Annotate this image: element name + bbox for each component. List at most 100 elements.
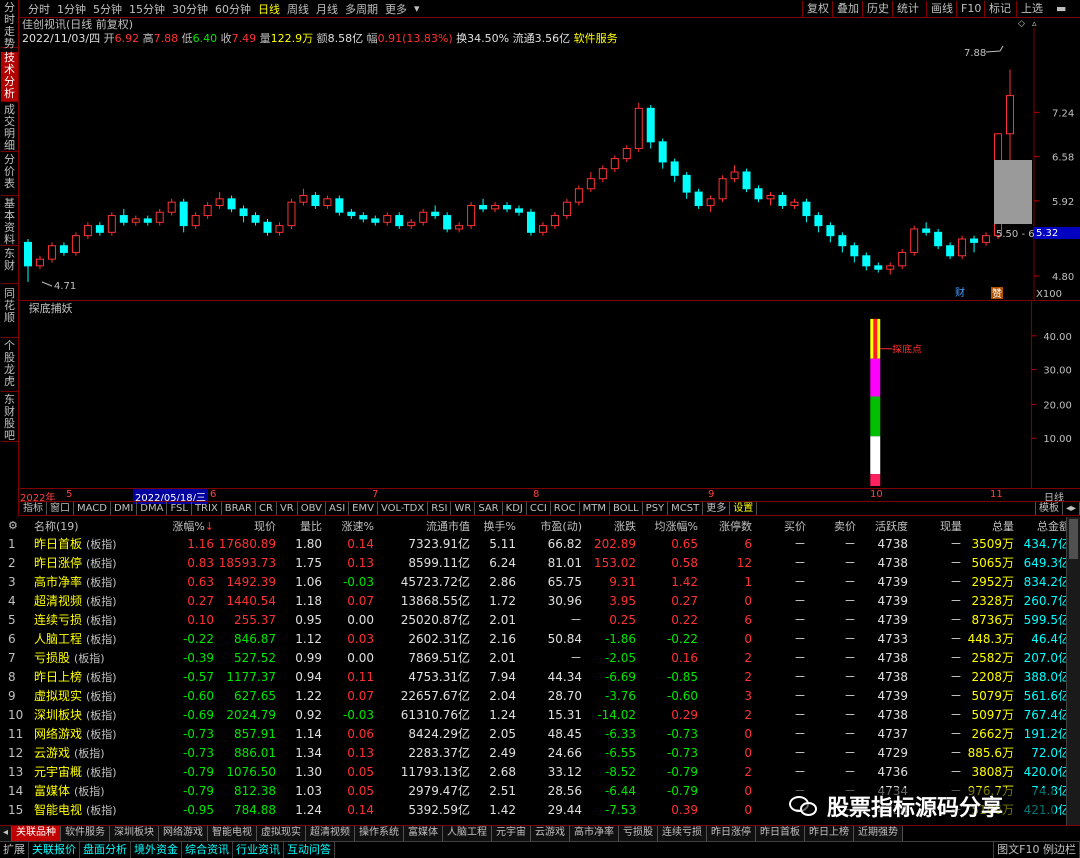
col-turnover[interactable]: 换手% — [474, 517, 520, 534]
indicator-tab[interactable]: VR — [277, 502, 298, 515]
table-scrollbar[interactable] — [1066, 517, 1080, 825]
table-row[interactable]: 4 超清视频 (板指) 0.27 1440.54 1.18 0.07 13868.55亿 1.7… — [0, 591, 1074, 610]
period-1[interactable]: 分时 — [28, 1, 50, 17]
col-limit-up[interactable]: 涨停数 — [702, 517, 756, 534]
tab-price-table[interactable]: 分价表 — [1, 154, 18, 196]
bottom-tab[interactable]: 高市净率 — [570, 826, 620, 841]
col-activity[interactable]: 活跃度 — [860, 517, 912, 534]
bottom-tab[interactable]: 亏损股 — [619, 826, 659, 841]
table-row[interactable]: 7 亏损股 (板指) -0.39 527.52 0.99 0.00 7869.51亿 2.01 －… — [0, 648, 1074, 667]
table-row[interactable]: 10 深圳板块 (板指) -0.69 2024.79 0.92 -0.03 61310.76亿… — [0, 705, 1074, 724]
indicator-tab-more[interactable]: 更多 — [703, 502, 731, 515]
bottom-tab[interactable]: 近期强势 — [854, 826, 904, 841]
period-2[interactable]: 1分钟 — [57, 1, 86, 17]
table-row[interactable]: 12 云游戏 (板指) -0.73 886.01 1.34 0.13 2283.37亿 2.49… — [0, 743, 1074, 762]
finance-badge[interactable]: 财 — [955, 286, 965, 299]
period-6[interactable]: 60分钟 — [215, 1, 251, 17]
col-change-pct[interactable]: 涨幅%↓ — [162, 517, 218, 534]
indicator-tab[interactable]: VOL-TDX — [378, 502, 429, 515]
table-row[interactable]: 9 虚拟现实 (板指) -0.60 627.65 1.22 0.07 22657.67亿 2.0… — [0, 686, 1074, 705]
status-link[interactable]: 综合资讯 — [182, 842, 233, 858]
expand-icon[interactable]: ◂▸ — [1063, 502, 1080, 515]
bottom-tab[interactable]: 超清视频 — [306, 826, 356, 841]
indicator-tab[interactable]: BRAR — [222, 502, 256, 515]
bottom-tab[interactable]: 元宇宙 — [492, 826, 532, 841]
bottom-tab[interactable]: 富媒体 — [404, 826, 444, 841]
overlay-button[interactable]: 叠加 — [832, 1, 863, 17]
indicator-tab[interactable]: FSL — [167, 502, 192, 515]
f10-sidebar-toggle[interactable]: 图文F10 例边栏 — [993, 842, 1080, 858]
table-row[interactable]: 13 元宇宙概 (板指) -0.79 1076.50 1.30 0.05 11793.13亿 2… — [0, 762, 1074, 781]
indicator-tab[interactable]: ASI — [326, 502, 350, 515]
bottom-tab[interactable]: 软件服务 — [61, 826, 111, 841]
mark-button[interactable]: 标记 — [984, 1, 1015, 17]
indicator-tab[interactable]: RSI — [428, 502, 452, 515]
bottom-tab[interactable]: 虚拟现实 — [257, 826, 307, 841]
table-row[interactable]: 8 昨日上榜 (板指) -0.57 1177.37 0.94 0.11 4753.31亿 7.9… — [0, 667, 1074, 686]
indicator-tab[interactable]: OBV — [298, 502, 326, 515]
indicator-tab[interactable]: PSY — [643, 502, 669, 515]
history-button[interactable]: 历史 — [862, 1, 893, 17]
col-change[interactable]: 涨跌 — [586, 517, 640, 534]
bottom-tab[interactable]: 人脑工程 — [443, 826, 493, 841]
indicator-tab[interactable]: BOLL — [610, 502, 643, 515]
col-avg-change[interactable]: 均涨幅% — [640, 517, 702, 534]
tab-technical-analysis[interactable]: 技术分析 — [1, 52, 18, 102]
indicator-settings[interactable]: 设置 — [730, 502, 758, 515]
tab-dragon-tiger[interactable]: 个股龙虎 — [1, 340, 18, 392]
indicator-tab[interactable]: DMA — [137, 502, 168, 515]
minimize-icon[interactable]: ▬ — [1052, 1, 1070, 17]
tab-time-share[interactable]: 分时走势 — [1, 2, 18, 50]
sector-link[interactable]: 软件服务 — [574, 32, 618, 45]
indicator-tab[interactable]: TRIX — [192, 502, 222, 515]
bottom-tab[interactable]: 连续亏损 — [658, 826, 708, 841]
period-daily[interactable]: 日线 — [258, 1, 280, 17]
col-pe[interactable]: 市盈(动) — [520, 517, 586, 534]
table-row[interactable]: 11 网络游戏 (板指) -0.73 857.91 1.14 0.06 8424.29亿 2.0… — [0, 724, 1074, 743]
indicator-tab[interactable]: 窗口 — [47, 502, 74, 515]
indicator-tab[interactable]: ROC — [551, 502, 580, 515]
col-name[interactable]: 名称(19) — [30, 517, 162, 534]
bottom-tab[interactable]: 操作系统 — [355, 826, 405, 841]
template-button[interactable]: 模板 — [1034, 502, 1063, 515]
indicator-tab[interactable]: KDJ — [503, 502, 527, 515]
expand-button[interactable]: 扩展 — [0, 842, 29, 858]
indicator-tab[interactable]: CCI — [527, 502, 551, 515]
table-row[interactable]: 5 连续亏损 (板指) 0.10 255.37 0.95 0.00 25020.87亿 2.01… — [0, 610, 1074, 629]
col-price[interactable]: 现价 — [218, 517, 280, 534]
select-button[interactable]: 上选 — [1016, 1, 1047, 17]
indicator-chart[interactable]: 探底捕妖 40.00 30.00 20.00 10.00 探底点 — [20, 300, 1080, 488]
period-more[interactable]: 更多 — [385, 1, 407, 17]
tab-trade-detail[interactable]: 成交明细 — [1, 104, 18, 152]
col-bid[interactable]: 买价 — [756, 517, 810, 534]
status-link[interactable]: 境外资金 — [131, 842, 182, 858]
period-weekly[interactable]: 周线 — [287, 1, 309, 17]
indicator-tab[interactable]: DMI — [111, 502, 138, 515]
col-current-vol[interactable]: 现量 — [912, 517, 966, 534]
tab-basic-info[interactable]: 基本资料 — [1, 198, 18, 246]
status-link[interactable]: 盘面分析 — [80, 842, 131, 858]
praise-badge[interactable]: 赞 — [992, 287, 1002, 300]
scroll-left-icon[interactable]: ◂ — [0, 826, 13, 841]
status-link[interactable]: 关联报价 — [29, 842, 80, 858]
indicator-tab[interactable]: WR — [451, 502, 476, 515]
period-4[interactable]: 15分钟 — [129, 1, 165, 17]
status-link[interactable]: 行业资讯 — [233, 842, 284, 858]
col-ask[interactable]: 卖价 — [810, 517, 860, 534]
bottom-tab[interactable]: 网络游戏 — [159, 826, 209, 841]
col-total-vol[interactable]: 总量 — [966, 517, 1018, 534]
bottom-tab[interactable]: 深圳板块 — [110, 826, 160, 841]
draw-button[interactable]: 画线 — [926, 1, 957, 17]
indicator-tab[interactable]: EMV — [349, 502, 378, 515]
dropdown-icon[interactable]: ▾ — [414, 2, 420, 15]
indicator-tab[interactable]: MCST — [668, 502, 704, 515]
bottom-tab[interactable]: 昨日首板 — [756, 826, 806, 841]
period-monthly[interactable]: 月线 — [316, 1, 338, 17]
settings-gear-icon[interactable]: ⚙ — [0, 517, 30, 534]
col-speed[interactable]: 涨速% — [326, 517, 378, 534]
col-float-mcap[interactable]: 流通市值 — [378, 517, 474, 534]
price-chart[interactable]: 4.80 5.92 6.58 7.24 5.50 - 6 5.32 7.88 4.71… — [20, 18, 1080, 300]
table-row[interactable]: 6 人脑工程 (板指) -0.22 846.87 1.12 0.03 2602.31亿 2.16… — [0, 629, 1074, 648]
period-multi[interactable]: 多周期 — [345, 1, 378, 17]
bottom-tab[interactable]: 昨日涨停 — [707, 826, 757, 841]
